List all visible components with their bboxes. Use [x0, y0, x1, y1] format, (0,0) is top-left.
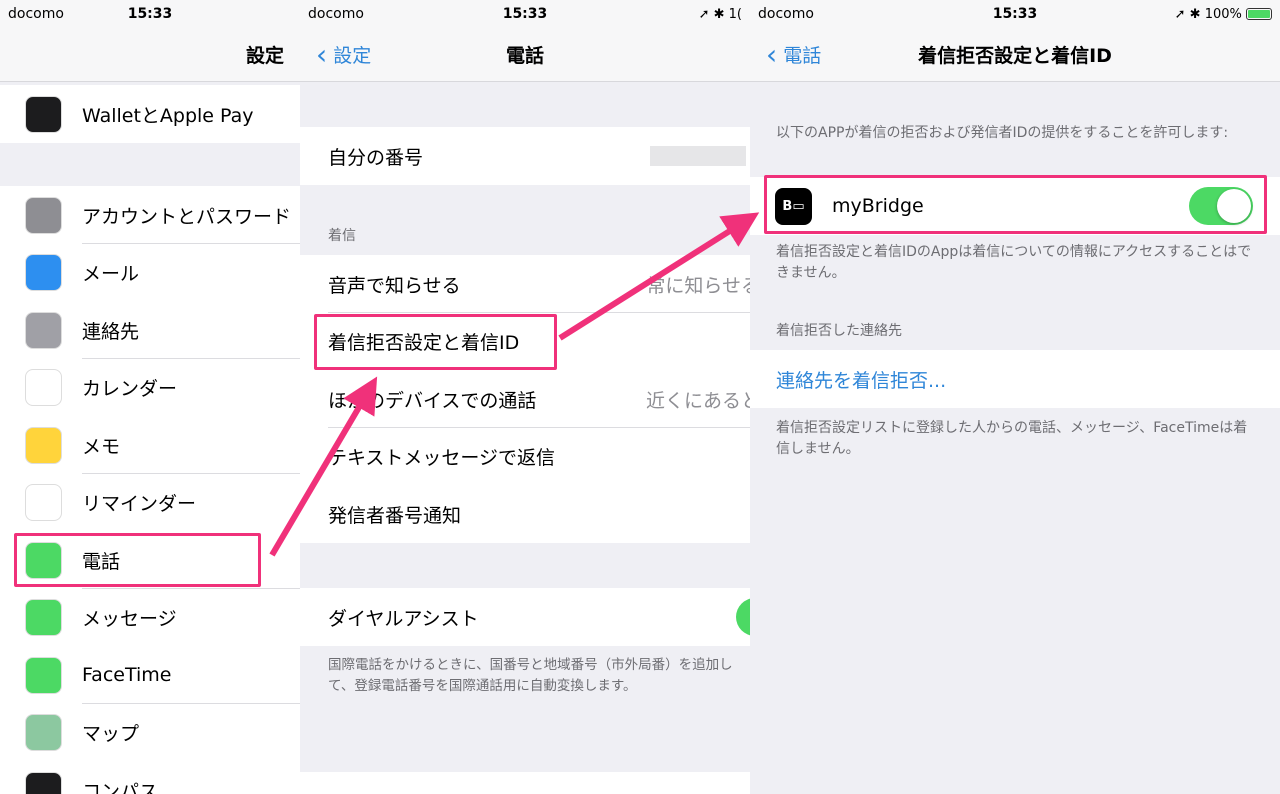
status-right: ➚ ✱ 100%	[1175, 7, 1272, 22]
facetime-icon	[25, 656, 62, 694]
settings-panel: docomo 15:33 設定 WalletとApple Pay アカウントとパスワ…	[0, 0, 300, 794]
row-label: 音声で知らせる	[328, 274, 461, 297]
footer-text: 着信拒否設定リストに登録した人からの電話、メッセージ、FaceTimeは着信しま…	[776, 420, 1248, 457]
phone-setting-row[interactable]: 音声で知らせる 常に知らせる	[300, 255, 750, 313]
row-label: 自分の番号	[328, 146, 424, 169]
dial-assist-row: ダイヤルアシスト	[300, 588, 750, 646]
settings-item-notes[interactable]: メモ	[0, 416, 300, 474]
phone-setting-row[interactable]: テキストメッセージで返信	[300, 427, 750, 486]
time: 15:33	[127, 6, 173, 22]
status-bar: docomo 15:33 ➚ ✱ 100%	[750, 0, 1280, 28]
section-header: 着信	[328, 228, 356, 244]
page-title: 着信拒否設定と着信ID	[918, 45, 1112, 67]
settings-item-key[interactable]: アカウントとパスワード	[0, 186, 300, 244]
mail-icon	[25, 254, 62, 291]
row-value: 近くにあると	[645, 389, 750, 412]
settings-item-wallet[interactable]: WalletとApple Pay	[0, 85, 300, 143]
compass-icon	[25, 771, 62, 794]
block-contact-link[interactable]: 連絡先を着信拒否...	[750, 350, 1280, 408]
nav-bar: ‹ 設定 電話	[300, 28, 750, 82]
my-number-row[interactable]: 自分の番号	[300, 127, 750, 185]
settings-item-mail[interactable]: メール	[0, 243, 300, 302]
phone-setting-row[interactable]: ほかのデバイスでの通話 近くにあると	[300, 370, 750, 429]
section-header: 以下のAPPが着信の拒否および発信者IDの提供をすることを許可します:	[776, 125, 1229, 141]
battery-percent: 100%	[1204, 6, 1242, 22]
nav-bar: 設定	[0, 28, 300, 82]
item-label: 連絡先	[82, 320, 140, 343]
dial-assist-toggle[interactable]	[736, 598, 750, 636]
notes-icon	[25, 426, 62, 464]
settings-item-maps[interactable]: マップ	[0, 703, 300, 762]
time: 15:33	[502, 6, 548, 22]
item-label: カレンダー	[82, 378, 178, 400]
settings-item-calendar[interactable]: カレンダー	[0, 358, 300, 417]
row-value: 常に知らせる	[646, 274, 750, 297]
wallet-icon	[25, 95, 62, 133]
settings-item-contacts[interactable]: 連絡先	[0, 301, 300, 359]
status-bar: docomo 15:33 ➚ ✱ 1(	[300, 0, 750, 28]
section-header: 着信拒否した連絡先	[776, 323, 902, 339]
item-label: コンパス	[82, 780, 159, 794]
settings-item-compass[interactable]: コンパス	[0, 761, 300, 794]
battery-partial: 1(	[728, 6, 742, 22]
item-label: メール	[82, 263, 140, 285]
page-title: 設定	[245, 45, 284, 67]
item-label: WalletとApple Pay	[82, 104, 254, 127]
settings-item-messages[interactable]: メッセージ	[0, 588, 300, 647]
status-right: ➚ ✱ 1(	[698, 6, 742, 22]
battery-icon	[1246, 8, 1272, 20]
calendar-icon	[25, 369, 62, 406]
key-icon	[25, 196, 62, 234]
item-label: メッセージ	[82, 608, 177, 630]
row-label: ほかのデバイスでの通話	[328, 389, 537, 412]
messages-icon	[25, 599, 62, 636]
link-label: 連絡先を着信拒否...	[776, 369, 947, 392]
item-label: リマインダー	[82, 493, 197, 515]
item-label: FaceTime	[82, 664, 172, 686]
dial-assist-footer: 国際電話をかけるときに、国番号と地域番号（市外局番）を追加して、登録電話番号を国…	[328, 657, 733, 694]
nav-bar: ‹ 電話 着信拒否設定と着信ID	[750, 28, 1280, 82]
phone-setting-row[interactable]: 発信者番号通知	[300, 485, 750, 544]
call-blocking-panel: docomo 15:33 ➚ ✱ 100% ‹ 電話 着信拒否設定と着信ID 以下のA…	[750, 0, 1280, 794]
row-label: テキストメッセージで返信	[328, 447, 556, 470]
blurred-number	[650, 146, 746, 166]
contacts-icon	[25, 311, 62, 349]
row-label: 発信者番号通知	[328, 504, 462, 527]
phone-panel: docomo 15:33 ➚ ✱ 1( ‹ 設定 電話 自分の番号 着信 音声で知らせ…	[300, 0, 750, 794]
settings-item-facetime[interactable]: FaceTime	[0, 646, 300, 704]
highlight-phone	[14, 533, 261, 587]
reminders-icon	[25, 484, 62, 521]
row-label: ダイヤルアシスト	[328, 607, 479, 630]
highlight-mybridge	[764, 175, 1267, 234]
page-title: 電話	[505, 45, 544, 67]
maps-icon	[25, 714, 62, 751]
highlight-call-blocking	[314, 314, 557, 370]
status-bar: docomo 15:33	[0, 0, 300, 28]
item-label: アカウントとパスワード	[82, 205, 292, 228]
item-label: メモ	[82, 435, 121, 458]
next-row[interactable]	[300, 772, 750, 794]
item-label: マップ	[82, 723, 140, 745]
settings-item-reminders[interactable]: リマインダー	[0, 473, 300, 532]
footer-text: 着信拒否設定と着信IDのAppは着信についての情報にアクセスすることはできません…	[776, 244, 1252, 281]
